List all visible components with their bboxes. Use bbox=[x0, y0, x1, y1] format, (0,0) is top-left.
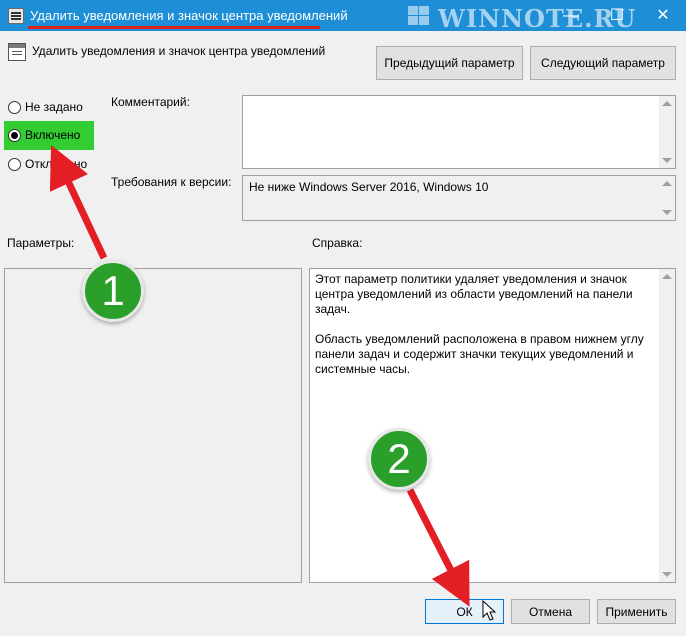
step-1-badge: 1 bbox=[82, 260, 144, 322]
arrow-to-enabled bbox=[49, 144, 108, 260]
step-2-badge: 2 bbox=[368, 428, 430, 490]
arrow-to-ok bbox=[406, 488, 470, 607]
mouse-cursor-icon bbox=[482, 600, 497, 621]
